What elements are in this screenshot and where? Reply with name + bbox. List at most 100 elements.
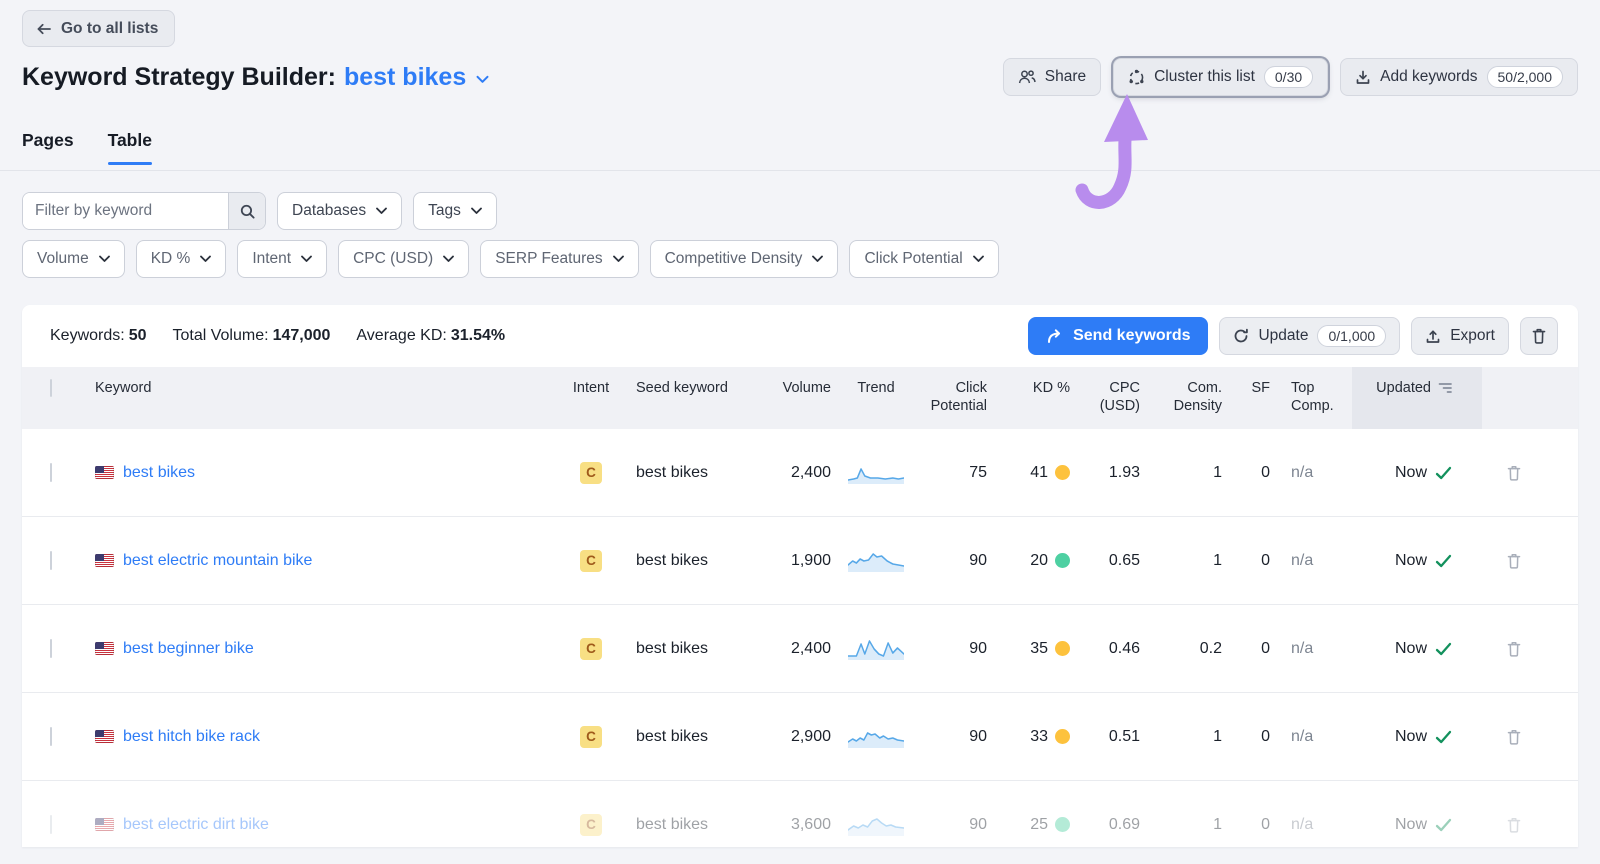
top-comp-value: n/a <box>1291 463 1314 481</box>
kd-value: 20 <box>1030 551 1048 569</box>
intent-badge: C <box>580 725 602 748</box>
databases-dropdown[interactable]: Databases <box>277 192 403 230</box>
col-click-potential[interactable]: Click Potential <box>921 367 987 415</box>
update-limit-badge: 0/1,000 <box>1317 325 1387 347</box>
row-trash-icon[interactable] <box>1506 640 1522 658</box>
sf-value: 0 <box>1261 639 1270 657</box>
row-checkbox[interactable] <box>50 638 52 658</box>
chevron-down-icon <box>376 207 388 215</box>
select-all-checkbox[interactable] <box>50 379 52 397</box>
cluster-annotation-arrow <box>1075 94 1148 209</box>
list-chevron-down-icon[interactable] <box>476 75 489 84</box>
keyword-link[interactable]: best electric mountain bike <box>123 552 312 570</box>
filters-row-1: Databases Tags <box>22 192 497 230</box>
col-trend[interactable]: Trend <box>831 367 921 397</box>
col-sf[interactable]: SF <box>1222 367 1270 397</box>
keyword-link[interactable]: best beginner bike <box>123 640 254 658</box>
row-trash-icon[interactable] <box>1506 728 1522 746</box>
go-to-all-lists-button[interactable]: Go to all lists <box>22 10 176 47</box>
list-name[interactable]: best bikes <box>344 63 466 92</box>
row-checkbox[interactable] <box>50 814 52 834</box>
col-com-density[interactable]: Com. Density <box>1140 367 1222 415</box>
col-top-comp[interactable]: Top Comp. <box>1270 367 1352 415</box>
kd-filter-dropdown[interactable]: KD % <box>135 240 227 278</box>
page-title: Keyword Strategy Builder: best bikes <box>22 63 489 92</box>
cpc-filter-dropdown[interactable]: CPC (USD) <box>338 240 470 278</box>
check-icon <box>1435 554 1452 568</box>
sf-value: 0 <box>1261 815 1270 833</box>
competitive-density-filter-dropdown[interactable]: Competitive Density <box>649 240 839 278</box>
keyword-filter-input[interactable] <box>23 193 228 229</box>
row-trash-icon[interactable] <box>1506 816 1522 834</box>
send-keywords-button[interactable]: Send keywords <box>1028 317 1209 355</box>
cluster-this-list-button[interactable]: Cluster this list 0/30 <box>1113 58 1329 96</box>
updated-value: Now <box>1394 463 1427 481</box>
sort-descending-icon <box>1438 379 1452 394</box>
serp-features-filter-dropdown[interactable]: SERP Features <box>480 240 639 278</box>
chevron-down-icon <box>443 255 455 263</box>
kd-level-dot <box>1055 641 1070 656</box>
check-icon <box>1435 466 1452 480</box>
col-volume[interactable]: Volume <box>731 367 831 397</box>
row-trash-icon[interactable] <box>1506 464 1522 482</box>
keyword-link[interactable]: best hitch bike rack <box>123 728 260 746</box>
row-checkbox[interactable] <box>50 726 52 746</box>
keyword-link[interactable]: best bikes <box>123 464 195 482</box>
keyword-link[interactable]: best electric dirt bike <box>123 816 269 834</box>
cpc-value: 0.65 <box>1108 551 1140 569</box>
cpc-value: 0.69 <box>1108 815 1140 833</box>
table-row: best beginner bike C best bikes 2,400 90… <box>22 605 1578 693</box>
com-density-value: 1 <box>1213 551 1222 569</box>
header-actions: Share Cluster this list 0/30 Add keyword… <box>1002 58 1578 96</box>
keywords-count: Keywords: 50 <box>50 327 147 344</box>
volume-value: 2,900 <box>790 727 831 745</box>
search-button[interactable] <box>228 193 265 229</box>
add-keywords-button[interactable]: Add keywords 50/2,000 <box>1340 58 1578 96</box>
tab-table[interactable]: Table <box>107 130 153 165</box>
updated-value: Now <box>1394 815 1427 833</box>
delete-list-button[interactable] <box>1520 317 1558 355</box>
share-button[interactable]: Share <box>1002 58 1102 96</box>
trend-sparkline <box>831 813 921 837</box>
top-comp-value: n/a <box>1291 727 1314 745</box>
chevron-down-icon <box>301 255 313 263</box>
download-tray-icon <box>1355 70 1371 85</box>
export-button[interactable]: Export <box>1411 317 1509 355</box>
col-seed-keyword[interactable]: Seed keyword <box>631 367 731 397</box>
col-intent[interactable]: Intent <box>551 367 631 397</box>
update-button[interactable]: Update 0/1,000 <box>1219 317 1401 355</box>
intent-badge: C <box>580 549 602 572</box>
com-density-value: 1 <box>1213 727 1222 745</box>
average-kd: Average KD: 31.54% <box>356 327 506 344</box>
cpc-value: 1.93 <box>1108 463 1140 481</box>
seed-keyword: best bikes <box>636 551 709 569</box>
row-trash-icon[interactable] <box>1506 552 1522 570</box>
top-comp-value: n/a <box>1291 639 1314 657</box>
row-checkbox[interactable] <box>50 550 52 570</box>
tab-pages[interactable]: Pages <box>22 130 74 165</box>
us-flag-icon <box>95 642 114 655</box>
table-row: best electric dirt bike C best bikes 3,6… <box>22 781 1578 847</box>
sf-value: 0 <box>1261 727 1270 745</box>
col-cpc[interactable]: CPC (USD) <box>1070 367 1140 415</box>
intent-filter-dropdown[interactable]: Intent <box>237 240 328 278</box>
table-row: best hitch bike rack C best bikes 2,900 … <box>22 693 1578 781</box>
intent-badge: C <box>580 637 602 660</box>
row-checkbox[interactable] <box>50 462 52 482</box>
tags-dropdown[interactable]: Tags <box>413 192 497 230</box>
volume-value: 2,400 <box>790 463 831 481</box>
col-keyword[interactable]: Keyword <box>88 367 551 397</box>
cpc-value: 0.51 <box>1108 727 1140 745</box>
intent-badge: C <box>580 461 602 484</box>
col-updated[interactable]: Updated <box>1352 367 1482 429</box>
table-row: best electric mountain bike C best bikes… <box>22 517 1578 605</box>
col-kd[interactable]: KD % <box>987 367 1070 397</box>
back-button-label: Go to all lists <box>61 19 159 37</box>
click-potential-filter-dropdown[interactable]: Click Potential <box>849 240 999 278</box>
chevron-down-icon <box>98 255 110 263</box>
title-row: Keyword Strategy Builder: best bikes Sha… <box>22 58 1578 96</box>
top-comp-value: n/a <box>1291 551 1314 569</box>
volume-filter-dropdown[interactable]: Volume <box>22 240 125 278</box>
us-flag-icon <box>95 818 114 831</box>
keyword-strategy-builder-page: Go to all lists Keyword Strategy Builder… <box>0 0 1600 864</box>
